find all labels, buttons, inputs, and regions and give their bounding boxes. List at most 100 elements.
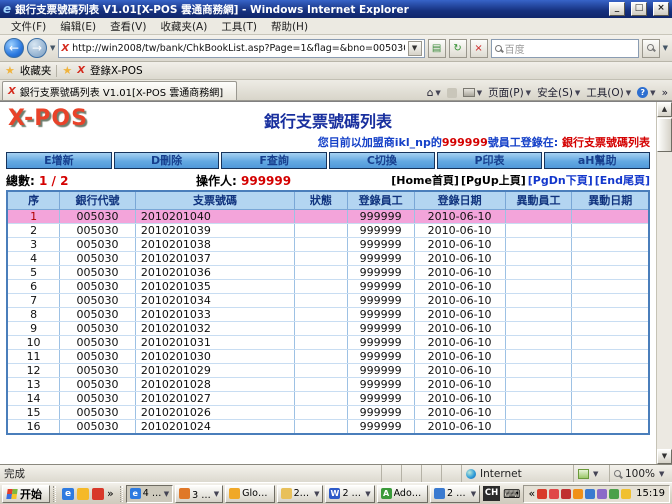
scroll-up-icon[interactable]: ▲ xyxy=(657,102,672,117)
scrollbar-track[interactable] xyxy=(657,152,672,449)
table-row[interactable]: 200503020102010399999992010-06-10 xyxy=(7,223,649,237)
browser-tray-icon[interactable] xyxy=(585,489,595,499)
stop-button[interactable]: × xyxy=(470,39,488,58)
window-title: 銀行支票號碼列表 V1.01[X-POS 雲通商務網] - Windows In… xyxy=(15,2,603,17)
table-row[interactable]: 1100503020102010309999992010-06-10 xyxy=(7,349,649,363)
home-button[interactable]: ⌂▼ xyxy=(427,87,441,99)
group-dropdown-icon[interactable]: ▼ xyxy=(365,490,370,498)
start-button[interactable]: 开始 xyxy=(2,485,50,503)
table-row[interactable]: 1400503020102010279999992010-06-10 xyxy=(7,391,649,405)
print-action-button[interactable]: P印表 xyxy=(437,152,543,169)
help-button[interactable]: ?▼ xyxy=(637,87,655,98)
cell: 005030 xyxy=(60,321,136,335)
print-button[interactable]: ▼ xyxy=(463,88,482,97)
forward-button[interactable]: → xyxy=(27,38,47,58)
delete-action-button[interactable]: D刪除 xyxy=(114,152,220,169)
table-row[interactable]: 1500503020102010269999992010-06-10 xyxy=(7,405,649,419)
table-row[interactable]: 500503020102010369999992010-06-10 xyxy=(7,265,649,279)
refresh-button[interactable]: ↻ xyxy=(449,39,467,58)
qq-tray-icon[interactable] xyxy=(549,489,559,499)
switch-action-button[interactable]: C切換 xyxy=(329,152,435,169)
search-input[interactable]: 百度 xyxy=(491,39,639,58)
safety-menu-button[interactable]: 安全(S)▼ xyxy=(537,85,580,100)
favorites-bar: ★ 收藏夹 ★ X 登錄X-POS xyxy=(0,62,672,80)
qq-tray-icon-2[interactable] xyxy=(561,489,571,499)
messenger-tray-icon[interactable] xyxy=(537,489,547,499)
compatibility-view-button[interactable]: ▤ xyxy=(428,39,446,58)
table-row[interactable]: 1300503020102010289999992010-06-10 xyxy=(7,377,649,391)
menu-file[interactable]: 文件(F) xyxy=(4,18,53,35)
table-row[interactable]: 1200503020102010299999992010-06-10 xyxy=(7,363,649,377)
table-row[interactable]: 1000503020102010319999992010-06-10 xyxy=(7,335,649,349)
table-row[interactable]: 100503020102010409999992010-06-10 xyxy=(7,209,649,223)
pager-End尾頁[interactable]: [End尾頁] xyxy=(595,174,650,187)
status-tray-icon[interactable] xyxy=(609,489,619,499)
group-dropdown-icon[interactable]: ▼ xyxy=(471,490,476,498)
ie-icon[interactable]: e xyxy=(62,488,74,500)
table-row[interactable]: 300503020102010389999992010-06-10 xyxy=(7,237,649,251)
group-dropdown-icon[interactable]: ▼ xyxy=(164,490,169,498)
security-tray-icon[interactable] xyxy=(573,489,583,499)
messenger-icon[interactable] xyxy=(77,488,89,500)
menu-help[interactable]: 帮助(H) xyxy=(264,18,315,35)
feeds-button[interactable] xyxy=(447,88,457,98)
minimize-button[interactable]: _ xyxy=(609,2,625,16)
page-menu-button[interactable]: 页面(P)▼ xyxy=(488,85,531,100)
im-tray-icon[interactable] xyxy=(597,489,607,499)
back-button[interactable]: ← xyxy=(4,38,24,58)
zoom-control[interactable]: 100% ▼ xyxy=(610,465,672,482)
search-options-dropdown-icon[interactable]: ▼ xyxy=(663,44,668,52)
tray-overflow-chevron[interactable]: « xyxy=(528,487,535,500)
keyboard-icon[interactable]: ⌨ xyxy=(503,487,520,501)
menu-edit[interactable]: 编辑(E) xyxy=(53,18,103,35)
taskbar-button[interactable]: e4 In...▼ xyxy=(126,485,173,503)
pager-PgDn下頁[interactable]: [PgDn下頁] xyxy=(528,174,593,187)
search-go-button[interactable] xyxy=(642,39,660,58)
quick-launch-overflow-chevron[interactable]: » xyxy=(107,487,114,500)
table-row[interactable]: 800503020102010339999992010-06-10 xyxy=(7,307,649,321)
protected-mode-indicator[interactable]: ▼ xyxy=(574,465,610,482)
login-xpos-link[interactable]: 登錄X-POS xyxy=(90,63,143,78)
table-row[interactable]: 600503020102010359999992010-06-10 xyxy=(7,279,649,293)
tools-menu-button[interactable]: 工具(O)▼ xyxy=(586,85,631,100)
menu-view[interactable]: 查看(V) xyxy=(103,18,153,35)
group-dropdown-icon[interactable]: ▼ xyxy=(314,490,319,498)
group-dropdown-icon[interactable]: ▼ xyxy=(214,490,219,498)
taskbar-button[interactable]: AAdobe... xyxy=(377,485,428,503)
menu-favorites[interactable]: 收藏夹(A) xyxy=(153,18,214,35)
table-row[interactable]: 1600503020102010249999992010-06-10 xyxy=(7,419,649,434)
add-favorite-icon[interactable]: ★ xyxy=(62,64,72,77)
qq-icon[interactable] xyxy=(92,488,104,500)
vertical-scrollbar[interactable]: ▲ ▼ xyxy=(656,102,672,464)
taskbar-button[interactable]: W2 Mi...▼ xyxy=(325,485,374,503)
table-row[interactable]: 700503020102010349999992010-06-10 xyxy=(7,293,649,307)
address-dropdown-icon[interactable]: ▼ xyxy=(408,41,422,56)
scrollbar-thumb[interactable] xyxy=(657,118,672,152)
taskbar-button[interactable]: 2 Re...▼ xyxy=(430,485,480,503)
cell: 2010201034 xyxy=(135,293,294,307)
toolbar-handle[interactable] xyxy=(120,486,123,502)
command-overflow-chevron[interactable]: » xyxy=(662,87,668,99)
help-action-button[interactable]: aH幫助 xyxy=(544,152,650,169)
taskbar-button[interactable]: Globa... xyxy=(225,485,274,503)
taskbar-button[interactable]: 3 新...▼ xyxy=(175,485,223,503)
maximize-button[interactable]: □ xyxy=(631,2,647,16)
taskbar-button[interactable]: 2 Yi...▼ xyxy=(277,485,324,503)
xpos-logo: X-POS xyxy=(8,106,88,131)
scroll-down-icon[interactable]: ▼ xyxy=(657,449,672,464)
add-action-button[interactable]: E增新 xyxy=(6,152,112,169)
history-dropdown-icon[interactable]: ▼ xyxy=(50,44,55,52)
shield-tray-icon[interactable] xyxy=(621,489,631,499)
taskbar: 开始 e » e4 In...▼3 新...▼Globa...2 Yi...▼W2… xyxy=(0,482,672,504)
close-button[interactable]: × xyxy=(653,2,669,16)
tab-bank-check-list[interactable]: X 銀行支票號碼列表 V1.01[X-POS 雲通商務網] xyxy=(2,81,237,100)
language-indicator[interactable]: CH xyxy=(483,486,500,501)
favorites-label[interactable]: 收藏夹 xyxy=(20,63,52,78)
cell xyxy=(505,405,572,419)
table-row[interactable]: 900503020102010329999992010-06-10 xyxy=(7,321,649,335)
menu-tools[interactable]: 工具(T) xyxy=(214,18,264,35)
table-row[interactable]: 400503020102010379999992010-06-10 xyxy=(7,251,649,265)
query-action-button[interactable]: F查詢 xyxy=(221,152,327,169)
toolbar-handle[interactable] xyxy=(53,486,56,502)
address-field[interactable]: X http://win2008/tw/bank/ChkBookList.asp… xyxy=(58,39,424,58)
